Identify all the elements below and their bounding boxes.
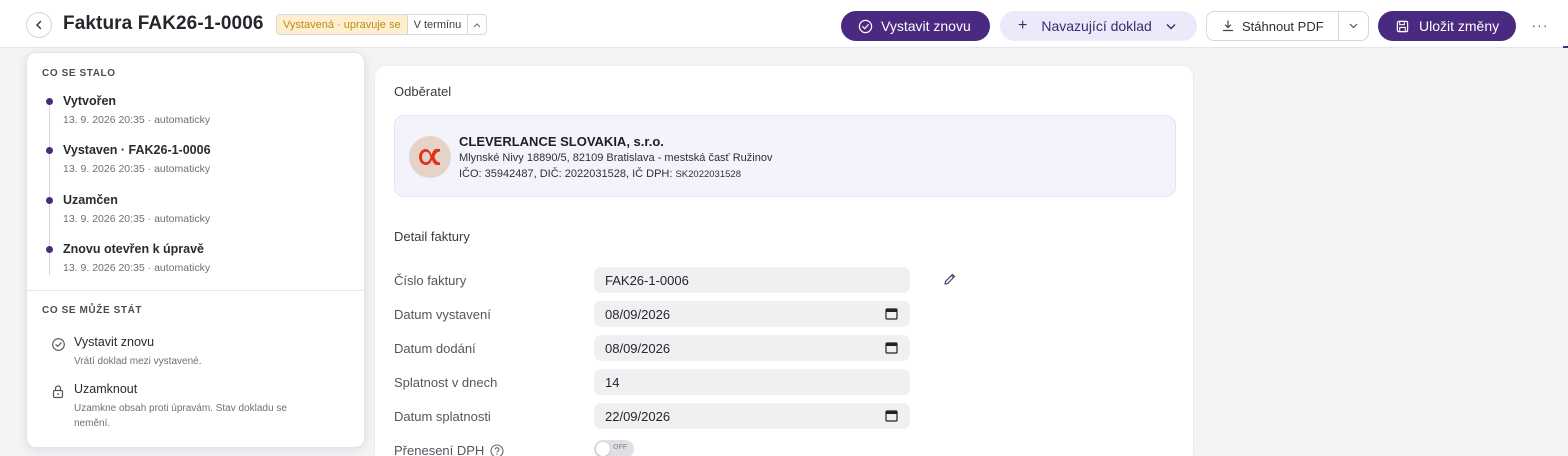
save-label: Uložit změny <box>1419 18 1500 34</box>
reverse-charge-toggle[interactable]: OFF <box>594 440 634 456</box>
timeline-item-meta: 13. 9. 2026 20:35 · automaticky <box>63 163 211 175</box>
issue-date-field[interactable]: 08/09/2026 <box>594 301 910 327</box>
chevron-left-icon <box>36 20 42 30</box>
due-date-field[interactable]: 22/09/2026 <box>594 403 910 429</box>
action-title: Vystavit znovu <box>74 335 155 349</box>
save-icon <box>1396 20 1409 32</box>
download-options-button[interactable] <box>1339 23 1368 29</box>
follow-document-button[interactable]: + Navazující doklad <box>1000 11 1197 41</box>
download-pdf-group: Stáhnout PDF <box>1206 11 1369 41</box>
invoice-number-field[interactable]: FAK26-1-0006 <box>594 267 910 293</box>
customer-name: CLEVERLANCE SLOVAKIA, s.r.o. <box>459 134 664 149</box>
chevron-up-icon <box>473 22 481 27</box>
timeline-item-meta: 13. 9. 2026 20:35 · automaticky <box>63 213 211 225</box>
customer-logo <box>409 136 451 178</box>
timeline-item-title: Uzamčen <box>63 193 118 207</box>
section-divider <box>27 290 364 291</box>
timeline-item-title: Vytvořen <box>63 94 117 108</box>
pencil-icon <box>944 273 956 285</box>
reverse-charge-row: Přenesení DPH OFF <box>375 437 1195 456</box>
delivery-date-value: 08/09/2026 <box>605 340 671 356</box>
timeline-item: Vystaven · FAK26-1-0006 13. 9. 2026 20:3… <box>27 143 357 183</box>
due-date-value: 22/09/2026 <box>605 408 671 424</box>
download-icon <box>1222 20 1234 32</box>
reverse-charge-label: Přenesení DPH <box>394 443 485 456</box>
more-options-button[interactable]: ··· <box>1530 17 1550 33</box>
due-days-label: Splatnost v dnech <box>394 375 498 390</box>
due-date-row: Datum splatnosti 22/09/2026 <box>375 403 1195 429</box>
customer-box[interactable]: CLEVERLANCE SLOVAKIA, s.r.o. Mlynské Niv… <box>394 115 1176 197</box>
timeline-dot <box>46 246 53 253</box>
status-badge: Vystavená · upravuje se <box>277 15 408 34</box>
reissue-label: Vystavit znovu <box>881 18 971 34</box>
lock-icon <box>50 383 66 399</box>
download-pdf-button[interactable]: Stáhnout PDF <box>1207 12 1339 40</box>
toggle-knob <box>596 442 610 456</box>
edit-number-button[interactable] <box>943 272 957 291</box>
action-desc: Vrátí doklad mezi vystavené. <box>74 356 202 367</box>
timeline-item-title: Znovu otevřen k úpravě <box>63 242 205 256</box>
chevron-down-icon <box>1349 23 1358 29</box>
reissue-button[interactable]: Vystavit znovu <box>841 11 990 41</box>
timeline-item: Uzamčen 13. 9. 2026 20:35 · automaticky <box>27 193 357 233</box>
action-title: Uzamknout <box>74 382 138 396</box>
download-pdf-label: Stáhnout PDF <box>1242 18 1324 34</box>
action-desc: Uzamkne obsah proti úpravám. Stav doklad… <box>74 403 287 429</box>
calendar-icon <box>885 308 898 320</box>
timeline-dot <box>46 197 53 204</box>
issue-date-value: 08/09/2026 <box>605 306 671 322</box>
help-icon[interactable] <box>490 443 504 456</box>
status-group: Vystavená · upravuje se V termínu <box>276 14 488 35</box>
history-panel: CO SE STALO Vytvořen 13. 9. 2026 20:35 ·… <box>26 52 365 448</box>
calendar-icon <box>885 342 898 354</box>
save-button[interactable]: Uložit změny <box>1378 11 1516 41</box>
toggle-state-text: OFF <box>613 444 627 451</box>
delivery-date-field[interactable]: 08/09/2026 <box>594 335 910 361</box>
delivery-date-label: Datum dodání <box>394 341 476 356</box>
history-title: CO SE STALO <box>42 68 116 79</box>
customer-ids-text: IČO: 35942487, DIČ: 2022031528, IČ DPH: <box>459 168 676 180</box>
reverse-charge-label-wrap: Přenesení DPH <box>394 443 504 456</box>
due-date-label: Datum splatnosti <box>394 409 491 424</box>
timeline-item-meta: 13. 9. 2026 20:35 · automaticky <box>63 114 211 126</box>
invoice-number-label: Číslo faktury <box>394 273 467 288</box>
status-toggle[interactable] <box>468 15 487 34</box>
customer-address: Mlynské Nivy 18890/5, 82109 Bratislava -… <box>459 152 773 164</box>
timeline-dot <box>46 98 53 105</box>
customer-ids: IČO: 35942487, DIČ: 2022031528, IČ DPH: … <box>459 168 741 180</box>
due-days-value: 14 <box>605 374 620 390</box>
timeline-item-title: Vystaven · FAK26-1-0006 <box>63 143 211 157</box>
invoice-number-row: Číslo faktury FAK26-1-0006 <box>375 267 1195 293</box>
timeline-dot <box>46 147 53 154</box>
customer-section-label: Odběratel <box>394 84 452 99</box>
timeline-item: Vytvořen 13. 9. 2026 20:35 · automaticky <box>27 94 357 134</box>
page-title: Faktura FAK26-1-0006 <box>63 13 264 34</box>
chevron-down-icon <box>1166 23 1176 29</box>
plus-icon: + <box>1018 17 1028 34</box>
follow-document-label: Navazující doklad <box>1041 18 1152 34</box>
invoice-number-value: FAK26-1-0006 <box>605 272 689 288</box>
check-circle-icon <box>858 19 873 33</box>
check-circle-icon <box>50 336 66 352</box>
back-button[interactable] <box>26 12 52 38</box>
possible-actions-title: CO SE MŮŽE STÁT <box>42 305 143 316</box>
issue-date-label: Datum vystavení <box>394 307 491 322</box>
calendar-icon <box>885 410 898 422</box>
due-days-field[interactable]: 14 <box>594 369 910 395</box>
term-status-badge: V termínu <box>407 15 469 34</box>
top-bar: Faktura FAK26-1-0006 Vystavená · upravuj… <box>0 0 1568 48</box>
timeline-item-meta: 13. 9. 2026 20:35 · automaticky <box>63 262 211 274</box>
timeline-item: Znovu otevřen k úpravě 13. 9. 2026 20:35… <box>27 242 357 282</box>
issue-date-row: Datum vystavení 08/09/2026 <box>375 301 1195 327</box>
detail-section-label: Detail faktury <box>394 229 470 244</box>
due-days-row: Splatnost v dnech 14 <box>375 369 1195 395</box>
delivery-date-row: Datum dodání 08/09/2026 <box>375 335 1195 361</box>
edge-indicator <box>1563 46 1568 48</box>
invoice-card: Odběratel CLEVERLANCE SLOVAKIA, s.r.o. M… <box>374 65 1194 456</box>
customer-vat-id: SK2022031528 <box>675 169 741 180</box>
